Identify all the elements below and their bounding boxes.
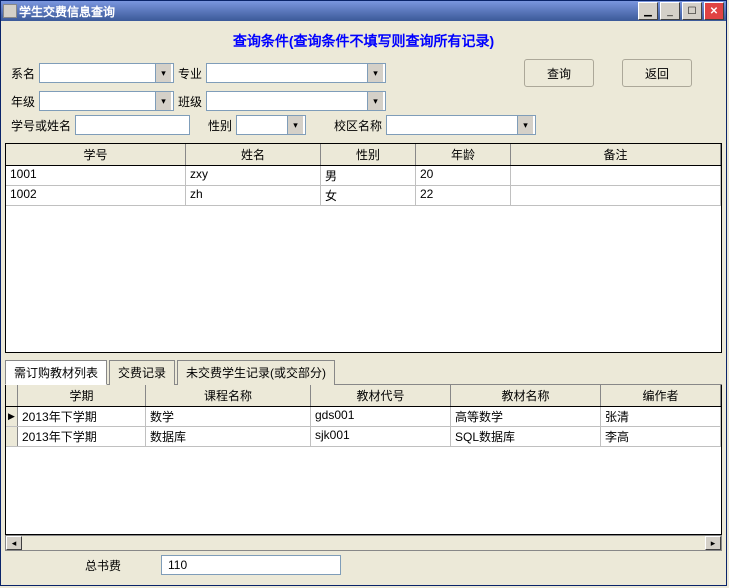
students-grid: 学号 姓名 性别 年龄 备注 1001zxy男201002zh女22 xyxy=(5,143,722,353)
chevron-down-icon[interactable] xyxy=(287,116,303,134)
row-marker-head xyxy=(6,385,18,406)
chevron-down-icon[interactable] xyxy=(517,116,533,134)
dept-label: 系名 xyxy=(11,65,35,82)
scroll-left-icon[interactable]: ◂ xyxy=(6,536,22,550)
query-button[interactable]: 查询 xyxy=(524,59,594,87)
chevron-down-icon[interactable] xyxy=(155,92,171,110)
campus-label: 校区名称 xyxy=(334,117,382,134)
tab-books[interactable]: 需订购教材列表 xyxy=(5,360,107,385)
tab-unpaid[interactable]: 未交费学生记录(或交部分) xyxy=(177,360,335,385)
books-grid: 学期 课程名称 教材代号 教材名称 编作者 ▶2013年下学期数学gds001高… xyxy=(5,385,722,535)
col-header[interactable]: 姓名 xyxy=(186,144,321,165)
table-row[interactable]: 1001zxy男20 xyxy=(6,166,721,186)
col-header[interactable]: 学号 xyxy=(6,144,186,165)
dept-combo[interactable] xyxy=(39,63,174,83)
filter-panel: 系名 专业 查询 返回 年级 班级 学号或姓名 性别 xyxy=(5,57,722,141)
total-fee-value: 110 xyxy=(161,555,341,575)
class-label: 班级 xyxy=(178,93,202,110)
back-button[interactable]: 返回 xyxy=(622,59,692,87)
col-header[interactable]: 备注 xyxy=(511,144,721,165)
col-header[interactable]: 年龄 xyxy=(416,144,511,165)
tab-payments[interactable]: 交费记录 xyxy=(109,360,175,385)
col-header[interactable]: 教材名称 xyxy=(451,385,601,406)
chevron-down-icon[interactable] xyxy=(155,64,171,82)
idname-label: 学号或姓名 xyxy=(11,117,71,134)
close-icon[interactable]: ✕ xyxy=(704,2,724,20)
gender-combo[interactable] xyxy=(236,115,306,135)
footer: 总书费 110 xyxy=(5,551,722,579)
minimize-icon[interactable]: _ xyxy=(660,2,680,20)
major-combo[interactable] xyxy=(206,63,386,83)
chevron-down-icon[interactable] xyxy=(367,64,383,82)
total-fee-label: 总书费 xyxy=(85,557,121,574)
tabs: 需订购教材列表 交费记录 未交费学生记录(或交部分) xyxy=(5,359,722,385)
grade-combo[interactable] xyxy=(39,91,174,111)
horizontal-scrollbar[interactable]: ◂ ▸ xyxy=(5,535,722,551)
col-header[interactable]: 编作者 xyxy=(601,385,721,406)
col-header[interactable]: 课程名称 xyxy=(146,385,311,406)
col-header[interactable]: 教材代号 xyxy=(311,385,451,406)
app-icon xyxy=(3,4,17,18)
titlebar: 学生交费信息查询 ▁ _ ☐ ✕ xyxy=(1,1,726,21)
table-row[interactable]: 2013年下学期数据库sjk001SQL数据库李高 xyxy=(6,427,721,447)
major-label: 专业 xyxy=(178,65,202,82)
col-header[interactable]: 学期 xyxy=(18,385,146,406)
table-row[interactable]: 1002zh女22 xyxy=(6,186,721,206)
maximize-icon[interactable]: ☐ xyxy=(682,2,702,20)
gender-label: 性别 xyxy=(208,117,232,134)
window-title: 学生交费信息查询 xyxy=(19,3,115,20)
chevron-down-icon[interactable] xyxy=(367,92,383,110)
page-title: 查询条件(查询条件不填写则查询所有记录) xyxy=(5,25,722,57)
idname-input[interactable] xyxy=(75,115,190,135)
campus-combo[interactable] xyxy=(386,115,536,135)
class-combo[interactable] xyxy=(206,91,386,111)
minimize2-icon[interactable]: ▁ xyxy=(638,2,658,20)
grade-label: 年级 xyxy=(11,93,35,110)
scroll-right-icon[interactable]: ▸ xyxy=(705,536,721,550)
main-window: 学生交费信息查询 ▁ _ ☐ ✕ 查询条件(查询条件不填写则查询所有记录) 系名… xyxy=(0,0,727,586)
col-header[interactable]: 性别 xyxy=(321,144,416,165)
table-row[interactable]: ▶2013年下学期数学gds001高等数学张清 xyxy=(6,407,721,427)
